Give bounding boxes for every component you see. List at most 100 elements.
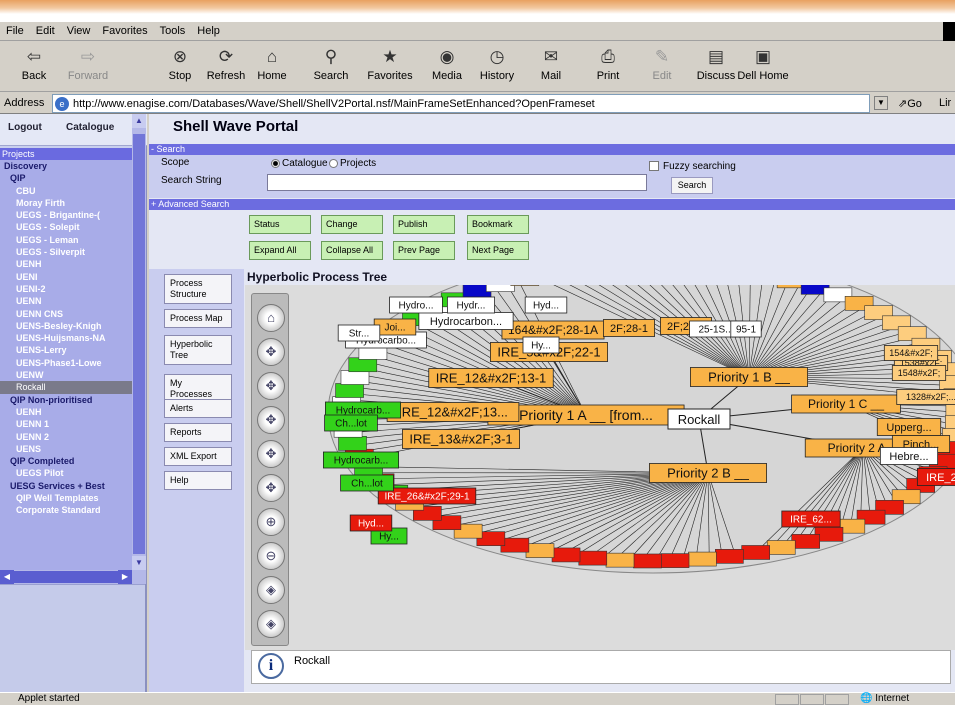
nav-help-button[interactable]: Help xyxy=(164,471,232,490)
toolbar-forward-button[interactable]: ⇨Forward xyxy=(60,44,116,90)
compass-icon[interactable]: ✥ xyxy=(257,440,285,468)
action-prev-page-button[interactable]: Prev Page xyxy=(393,241,455,260)
tree-node-label: Priority 2 B __ xyxy=(667,466,749,481)
toolbar-edit-button[interactable]: ✎Edit xyxy=(634,44,690,90)
sidebar-item[interactable]: UEGS - Silverpit xyxy=(0,246,132,258)
compass-icon[interactable]: ✥ xyxy=(257,406,285,434)
sidebar-item[interactable]: UENN 2 xyxy=(0,431,132,443)
hyperbolic-tree-applet[interactable]: ⌂ ✥ ✥ ✥ ✥ ✥ ⊕ ⊖ ◈ ◈ Priority 1 A __ [from...Prior… xyxy=(245,285,955,650)
catalogue-link[interactable]: Catalogue xyxy=(66,122,114,133)
sidebar-item[interactable]: UESG Services + Best xyxy=(0,480,132,492)
search-section-bar[interactable]: - Search xyxy=(149,144,955,155)
scroll-right-icon[interactable]: ▶ xyxy=(118,570,132,584)
globe-icon[interactable]: ◈ xyxy=(257,610,285,638)
sidebar-item[interactable]: Moray Firth xyxy=(0,197,132,209)
hyperbolic-tree-canvas[interactable]: Priority 1 A __ [from...Priority 1 B __P… xyxy=(291,285,955,650)
menu-favorites[interactable]: Favorites xyxy=(96,22,153,37)
nav-reports-button[interactable]: Reports xyxy=(164,423,232,442)
sidebar-item[interactable]: UENI-2 xyxy=(0,283,132,295)
sidebar-item[interactable]: QIP Well Templates xyxy=(0,492,132,504)
logout-link[interactable]: Logout xyxy=(8,122,42,133)
toolbar-media-button[interactable]: ◉Media xyxy=(419,44,475,90)
search-string-input[interactable] xyxy=(267,174,647,191)
compass-icon[interactable]: ✥ xyxy=(257,338,285,366)
sidebar-item[interactable]: QIP Non-prioritised xyxy=(0,394,132,406)
sidebar-horizontal-scrollbar[interactable]: ◀ ▶ xyxy=(0,570,132,584)
nav-process-structure-button[interactable]: Process Structure xyxy=(164,274,232,304)
address-dropdown-icon[interactable]: ▼ xyxy=(874,96,888,110)
sidebar-item[interactable]: UENN CNS xyxy=(0,308,132,320)
tree-node-label: Ch...lot xyxy=(335,419,367,430)
toolbar-history-button[interactable]: ◷History xyxy=(469,44,525,90)
sidebar-item[interactable]: UENS-Huijsmans-NA xyxy=(0,332,132,344)
sidebar-item[interactable]: UENI xyxy=(0,271,132,283)
sidebar-item[interactable]: UENS-Besley-Knigh xyxy=(0,320,132,332)
scroll-down-icon[interactable]: ▼ xyxy=(132,556,146,570)
zoom-out-icon[interactable]: ⊖ xyxy=(257,542,285,570)
scope-projects-radio[interactable]: Projects xyxy=(329,158,376,169)
action-change-button[interactable]: Change xyxy=(321,215,383,234)
sidebar-item[interactable]: QIP xyxy=(0,172,132,184)
sidebar-item[interactable]: UENS-Lerry xyxy=(0,344,132,356)
toolbar-favorites-button[interactable]: ★Favorites xyxy=(362,44,418,90)
fuzzy-search-checkbox[interactable]: Fuzzy searching xyxy=(649,161,736,172)
sidebar-item[interactable]: UEGS - Solepit xyxy=(0,221,132,233)
menu-edit[interactable]: Edit xyxy=(30,22,61,37)
go-button[interactable]: ⇗Go xyxy=(898,97,922,110)
menu-help[interactable]: Help xyxy=(191,22,226,37)
scroll-left-icon[interactable]: ◀ xyxy=(0,570,14,584)
sidebar-item[interactable]: UENS xyxy=(0,443,132,455)
globe-icon[interactable]: ◈ xyxy=(257,576,285,604)
sidebar-item[interactable]: UENH xyxy=(0,258,132,270)
sidebar-item[interactable]: UENW xyxy=(0,369,132,381)
nav-alerts-button[interactable]: Alerts xyxy=(164,399,232,418)
advanced-search-bar[interactable]: + Advanced Search xyxy=(149,199,955,210)
sidebar-item[interactable]: Discovery xyxy=(0,160,132,172)
sidebar-item[interactable]: UEGS - Brigantine-( xyxy=(0,209,132,221)
sidebar-item[interactable]: Corporate Standard xyxy=(0,504,132,516)
action-collapse-all-button[interactable]: Collapse All xyxy=(321,241,383,260)
scroll-thumb[interactable] xyxy=(133,134,145,554)
menu-view[interactable]: View xyxy=(61,22,97,37)
nav-xml-export-button[interactable]: XML Export xyxy=(164,447,232,466)
tree-rim-node xyxy=(579,551,607,565)
compass-icon[interactable]: ✥ xyxy=(257,474,285,502)
sidebar-vertical-scrollbar[interactable]: ▲ ▼ xyxy=(132,114,146,584)
home-icon[interactable]: ⌂ xyxy=(257,304,285,332)
menu-tools[interactable]: Tools xyxy=(154,22,192,37)
sidebar-item[interactable]: UENH xyxy=(0,406,132,418)
menu-file[interactable]: File xyxy=(0,22,30,37)
links-button[interactable]: Lir xyxy=(939,97,951,109)
search-button[interactable]: Search xyxy=(671,177,713,194)
scroll-up-icon[interactable]: ▲ xyxy=(132,114,146,128)
sidebar-item[interactable]: UENN xyxy=(0,295,132,307)
sidebar-item[interactable]: QIP Completed xyxy=(0,455,132,467)
address-url[interactable]: http://www.enagise.com/Databases/Wave/Sh… xyxy=(73,98,595,110)
action-status-button[interactable]: Status xyxy=(249,215,311,234)
hscroll-thumb[interactable] xyxy=(14,571,118,583)
sidebar-item[interactable]: UENS-Phase1-Lowe xyxy=(0,357,132,369)
action-next-page-button[interactable]: Next Page xyxy=(467,241,529,260)
nav-process-map-button[interactable]: Process Map xyxy=(164,309,232,328)
action-expand-all-button[interactable]: Expand All xyxy=(249,241,311,260)
toolbar-home-button[interactable]: ⌂Home xyxy=(244,44,300,90)
compass-icon[interactable]: ✥ xyxy=(257,372,285,400)
toolbar-mail-button[interactable]: ✉Mail xyxy=(523,44,579,90)
action-publish-button[interactable]: Publish xyxy=(393,215,455,234)
sidebar-item[interactable]: UEGS - Leman xyxy=(0,234,132,246)
sidebar-item[interactable]: CBU xyxy=(0,185,132,197)
toolbar-back-button[interactable]: ⇦Back xyxy=(6,44,62,90)
sidebar-item[interactable]: UENN 1 xyxy=(0,418,132,430)
tree-node-label: 154&#x2F; xyxy=(889,348,933,358)
sidebar-item[interactable]: UEGS Pilot xyxy=(0,467,132,479)
tree-rim-node xyxy=(552,548,580,562)
zoom-in-icon[interactable]: ⊕ xyxy=(257,508,285,536)
toolbar-print-button[interactable]: ⎙Print xyxy=(580,44,636,90)
nav-hyperbolic-tree-button[interactable]: Hyperbolic Tree xyxy=(164,335,232,365)
toolbar-search-button[interactable]: ⚲Search xyxy=(303,44,359,90)
address-input[interactable]: e http://www.enagise.com/Databases/Wave/… xyxy=(52,94,870,113)
action-bookmark-button[interactable]: Bookmark xyxy=(467,215,529,234)
toolbar-dell-home-button[interactable]: ▣Dell Home xyxy=(735,44,791,90)
sidebar-item[interactable]: Rockall xyxy=(0,381,132,393)
scope-catalogue-radio[interactable]: Catalogue xyxy=(271,158,328,169)
